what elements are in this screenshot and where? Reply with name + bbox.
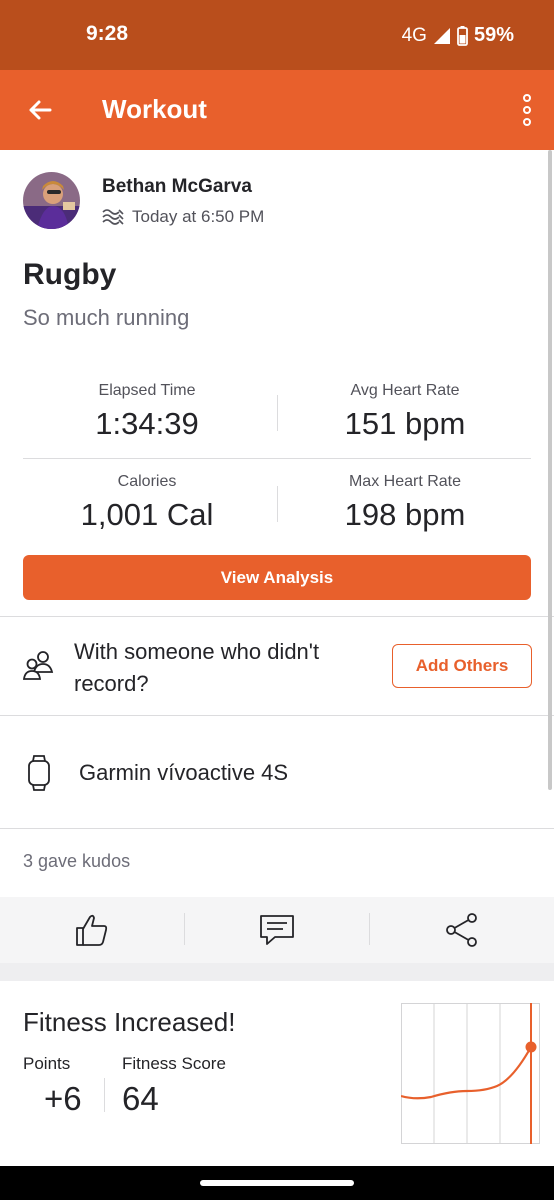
add-others-button[interactable]: Add Others (392, 644, 532, 688)
share-button[interactable] (370, 897, 554, 963)
share-icon (446, 913, 477, 947)
stat-value: 1:34:39 (95, 406, 199, 441)
fitness-score-label: Fitness Score (122, 1054, 226, 1073)
page-title: Workout (102, 94, 207, 124)
avatar[interactable] (23, 172, 80, 229)
points-label: Points (23, 1054, 71, 1073)
thumbs-up-icon (76, 914, 108, 946)
stat-calories: Calories 1,001 Cal (22, 473, 272, 533)
fitness-trend-chart[interactable] (401, 1003, 540, 1144)
stat-label: Max Heart Rate (348, 473, 462, 490)
fitness-title: Fitness Increased! (23, 1007, 236, 1037)
kudos-button[interactable] (0, 897, 184, 963)
stat-avg-heart-rate: Avg Heart Rate 151 bpm (280, 382, 530, 442)
stat-label: Calories (117, 473, 177, 490)
more-options-icon[interactable] (522, 94, 532, 126)
stat-value: 151 bpm (344, 406, 466, 441)
section-divider (0, 616, 554, 617)
kudos-count[interactable]: 3 gave kudos (23, 851, 130, 872)
stats-divider (23, 458, 531, 459)
status-indicators: 4G 59% (402, 24, 514, 47)
social-action-bar (0, 897, 554, 963)
stat-label: Avg Heart Rate (350, 382, 460, 399)
device-name[interactable]: Garmin vívoactive 4S (79, 760, 288, 786)
section-divider (0, 828, 554, 829)
comment-icon (260, 915, 294, 945)
app-bar: Workout (0, 70, 554, 150)
stat-divider (277, 486, 278, 522)
stat-label: Elapsed Time (98, 382, 196, 399)
system-nav-bar (0, 1166, 554, 1200)
people-icon (22, 651, 54, 680)
view-analysis-button[interactable]: View Analysis (23, 555, 531, 600)
status-time: 9:28 (86, 22, 129, 45)
activity-description: So much running (23, 305, 190, 330)
stat-elapsed-time: Elapsed Time 1:34:39 (22, 382, 272, 442)
section-gap (0, 963, 554, 981)
section-divider (0, 715, 554, 716)
watch-icon (28, 755, 50, 791)
back-arrow-icon[interactable] (24, 94, 56, 126)
athlete-name[interactable]: Bethan McGarva (102, 176, 252, 198)
battery-percent: 59% (473, 24, 514, 46)
workout-type-icon (102, 209, 124, 225)
stat-value: 198 bpm (344, 497, 466, 532)
signal-icon (433, 27, 450, 44)
comment-button[interactable] (185, 897, 369, 963)
group-activity-prompt: With someone who didn't record? (74, 639, 320, 696)
stat-value: 1,001 Cal (80, 497, 214, 532)
network-type: 4G (401, 24, 427, 46)
activity-timestamp: Today at 6:50 PM (132, 207, 265, 226)
stat-divider (277, 395, 278, 431)
activity-title: Rugby (23, 258, 117, 291)
activity-meta: Today at 6:50 PM (102, 207, 264, 227)
fitness-score-value: 64 (122, 1080, 159, 1117)
points-value: +6 (44, 1080, 82, 1117)
home-gesture-handle[interactable] (200, 1180, 354, 1186)
battery-icon (457, 25, 468, 46)
stat-max-heart-rate: Max Heart Rate 198 bpm (280, 473, 530, 533)
fitness-divider (104, 1078, 105, 1112)
status-bar: 9:28 4G 59% (0, 0, 554, 70)
scrollbar[interactable] (548, 150, 552, 790)
